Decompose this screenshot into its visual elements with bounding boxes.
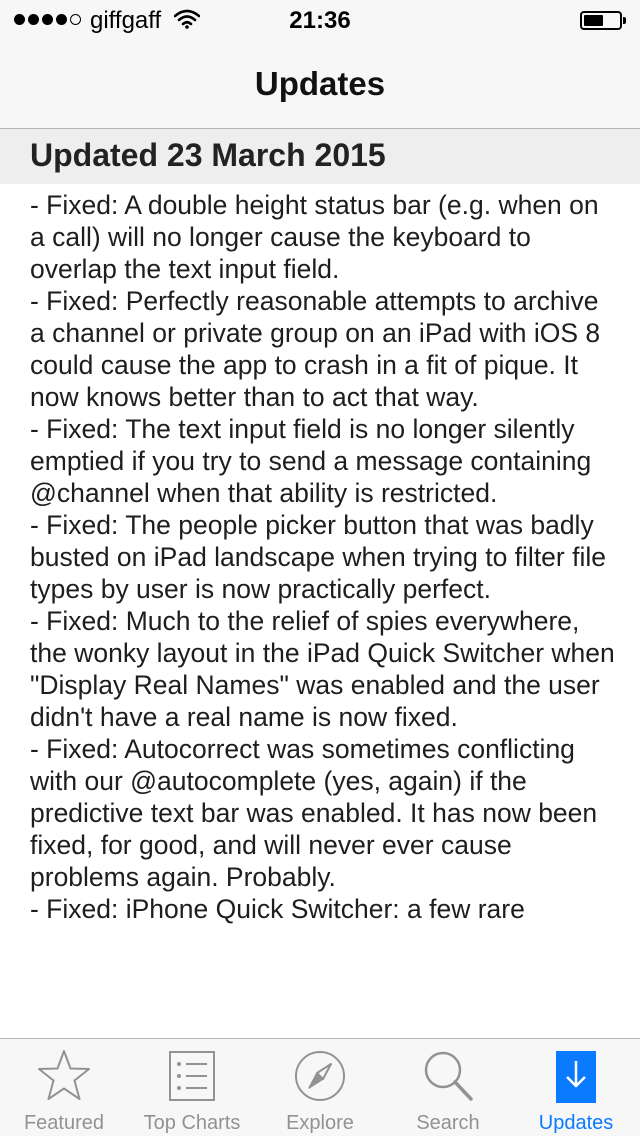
download-icon xyxy=(556,1051,596,1103)
tab-search[interactable]: Search xyxy=(384,1039,512,1137)
tab-label: Updates xyxy=(538,1112,614,1134)
release-notes-scroll-area[interactable]: - Fixed: A double height status bar (e.g… xyxy=(0,184,640,1038)
battery-icon xyxy=(580,11,626,30)
search-icon xyxy=(424,1051,473,1101)
release-note-item: - Fixed: iPhone Quick Switcher: a few ra… xyxy=(30,894,525,924)
tab-updates[interactable]: Updates xyxy=(512,1039,640,1137)
tab-label: Featured xyxy=(23,1112,105,1134)
release-note-item: - Fixed: The text input field is no long… xyxy=(30,414,592,508)
update-date-heading: Updated 23 March 2015 xyxy=(30,137,386,173)
tab-explore[interactable]: Explore xyxy=(256,1039,384,1137)
release-note-item: - Fixed: The people picker button that w… xyxy=(30,510,606,604)
status-time: 21:36 xyxy=(289,7,351,34)
tab-bar: Featured Top Charts Explore Search Updat… xyxy=(0,1038,640,1136)
tab-featured[interactable]: Featured xyxy=(0,1039,128,1137)
release-note-item: - Fixed: Perfectly reasonable attempts t… xyxy=(30,286,601,412)
tab-label: Search xyxy=(416,1112,480,1134)
tab-top-charts[interactable]: Top Charts xyxy=(128,1039,256,1137)
page-title: Updates xyxy=(254,65,386,102)
list-icon xyxy=(169,1051,215,1101)
tab-label: Explore xyxy=(286,1112,354,1134)
release-note-item: - Fixed: A double height status bar (e.g… xyxy=(30,190,599,284)
release-note-item: - Fixed: Much to the relief of spies eve… xyxy=(30,606,615,732)
compass-icon xyxy=(295,1051,345,1101)
release-note-item: - Fixed: Autocorrect was sometimes confl… xyxy=(30,734,598,892)
tab-label: Top Charts xyxy=(143,1112,241,1134)
release-notes: - Fixed: A double height status bar (e.g… xyxy=(30,189,620,925)
status-bar: giffgaff 21:36 xyxy=(0,0,640,40)
section-header: Updated 23 March 2015 xyxy=(0,129,640,184)
navigation-bar: Updates xyxy=(0,40,640,129)
star-icon xyxy=(38,1050,90,1100)
